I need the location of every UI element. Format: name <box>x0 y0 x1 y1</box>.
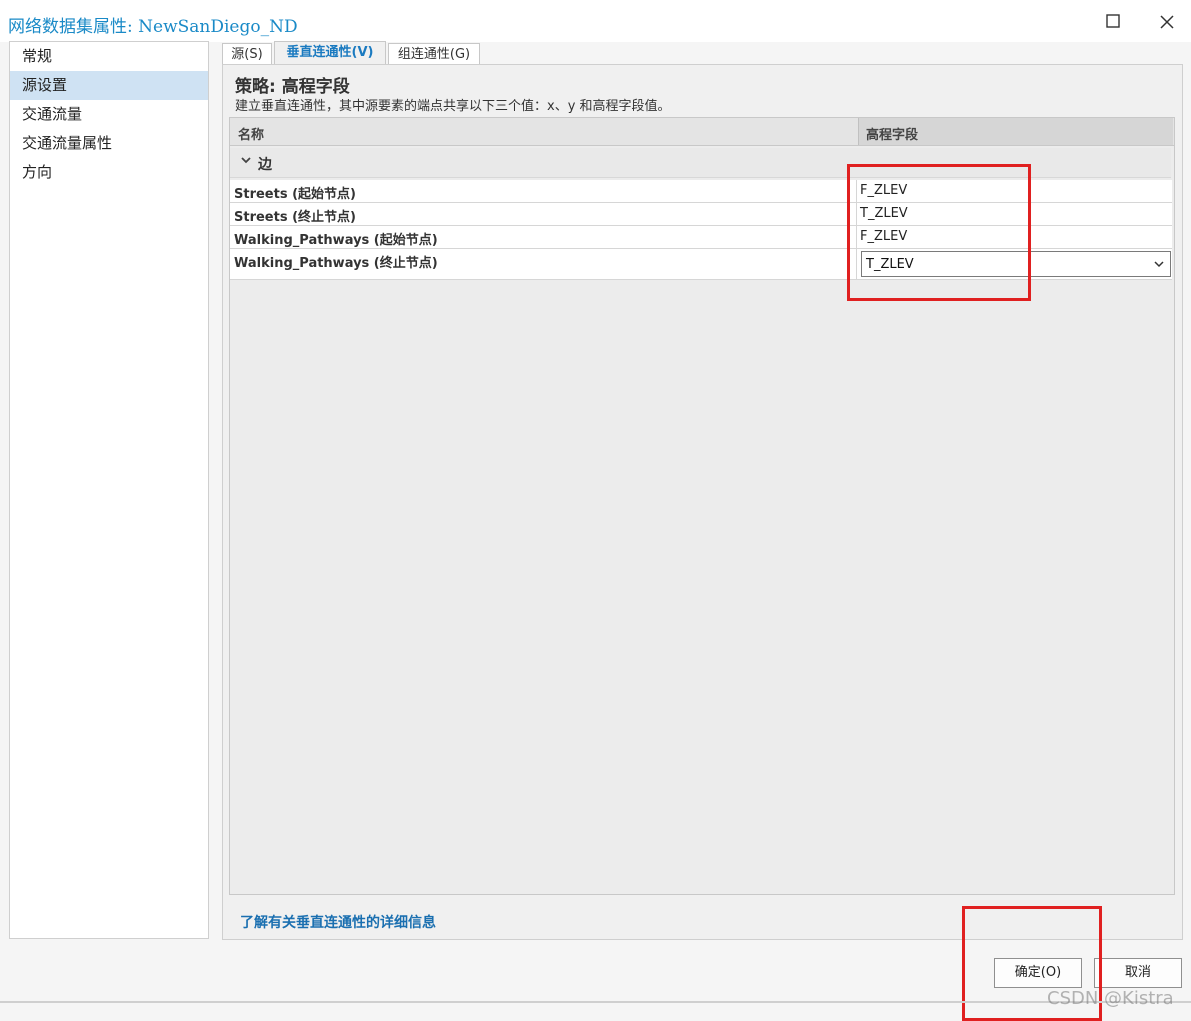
learn-more-link[interactable]: 了解有关垂直连通性的详细信息 <box>240 912 436 932</box>
watermark: CSDN @Kistra <box>1047 988 1174 1009</box>
tab-vertical-connectivity[interactable]: 垂直连通性(V) <box>274 41 386 66</box>
row-elevation-field[interactable]: F_ZLEV <box>860 183 907 198</box>
elevation-field-grid: 名称 高程字段 边 Streets (起始节点) F_ZLEV Streets … <box>229 117 1175 895</box>
tab-sources[interactable]: 源(S) <box>222 43 272 64</box>
cell-divider <box>856 249 857 279</box>
cell-divider <box>856 203 857 225</box>
sidebar-item-general[interactable]: 常规 <box>10 42 208 71</box>
ok-button[interactable]: 确定(O) <box>994 958 1082 988</box>
sidebar: 常规 源设置 交通流量 交通流量属性 方向 <box>9 41 209 939</box>
sidebar-item-travel-modes[interactable]: 交通流量 <box>10 100 208 129</box>
cell-divider <box>856 226 857 248</box>
sidebar-item-directions[interactable]: 方向 <box>10 158 208 187</box>
table-row[interactable]: Streets (起始节点) F_ZLEV <box>230 180 1172 203</box>
group-row-edges[interactable]: 边 <box>230 148 1171 178</box>
column-header-name[interactable]: 名称 <box>238 124 264 143</box>
vertical-connectivity-panel: 策略: 高程字段 建立垂直连通性，其中源要素的端点共享以下三个值：x、y 和高程… <box>222 64 1183 940</box>
window-bottom-border <box>0 1001 1191 1003</box>
elevation-field-dropdown[interactable]: T_ZLEV <box>861 251 1171 277</box>
table-row[interactable]: Walking_Pathways (终止节点) T_ZLEV <box>230 249 1172 280</box>
row-elevation-field[interactable]: T_ZLEV <box>860 206 908 221</box>
maximize-icon <box>1106 14 1120 28</box>
group-label: 边 <box>258 157 272 173</box>
strategy-description: 建立垂直连通性，其中源要素的端点共享以下三个值：x、y 和高程字段值。 <box>235 99 671 114</box>
close-icon <box>1160 15 1174 29</box>
row-name: Streets (起始节点) <box>234 187 356 202</box>
cell-divider <box>856 180 857 202</box>
row-elevation-field[interactable]: F_ZLEV <box>860 229 907 244</box>
grid-header: 名称 高程字段 <box>230 118 1174 146</box>
sidebar-item-source-settings[interactable]: 源设置 <box>10 71 208 100</box>
chevron-down-icon <box>1154 261 1164 268</box>
chevron-down-icon[interactable] <box>240 154 252 166</box>
close-button[interactable] <box>1152 8 1182 36</box>
row-name: Walking_Pathways (终止节点) <box>234 256 438 271</box>
column-header-elevation[interactable]: 高程字段 <box>866 124 918 143</box>
sidebar-item-travel-attributes[interactable]: 交通流量属性 <box>10 129 208 158</box>
row-name: Walking_Pathways (起始节点) <box>234 233 438 248</box>
cancel-button[interactable]: 取消 <box>1094 958 1182 988</box>
maximize-button[interactable] <box>1098 8 1128 36</box>
row-name: Streets (终止节点) <box>234 210 356 225</box>
dropdown-value: T_ZLEV <box>866 257 914 272</box>
table-row[interactable]: Streets (终止节点) T_ZLEV <box>230 203 1172 226</box>
title-bar: 网络数据集属性: NewSanDiego_ND <box>0 0 1191 42</box>
strategy-title: 策略: 高程字段 <box>235 77 350 97</box>
window-title: 网络数据集属性: NewSanDiego_ND <box>8 17 298 37</box>
tab-group-connectivity[interactable]: 组连通性(G) <box>388 43 480 64</box>
table-row[interactable]: Walking_Pathways (起始节点) F_ZLEV <box>230 226 1172 249</box>
